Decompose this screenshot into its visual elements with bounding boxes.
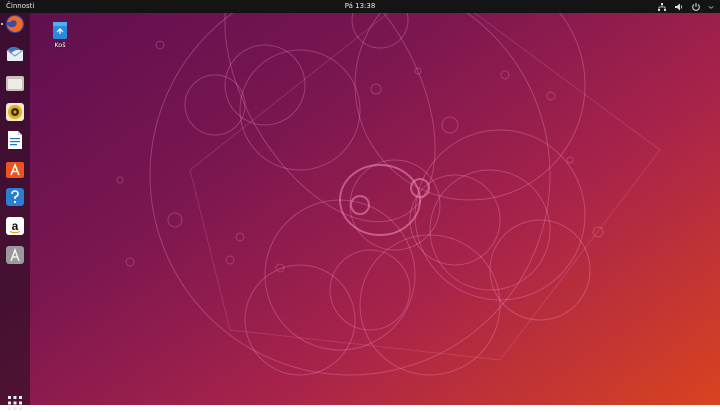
amazon-icon: a <box>6 217 24 235</box>
svg-text:a: a <box>12 219 19 233</box>
system-tray[interactable] <box>657 0 714 13</box>
running-indicator <box>1 23 3 25</box>
dock-item-updater[interactable] <box>5 245 25 265</box>
dock: a <box>0 13 30 410</box>
power-icon[interactable] <box>691 2 701 12</box>
writer-icon <box>8 131 22 149</box>
files-icon <box>6 76 24 91</box>
top-bar: Činnosti Pá 13:38 <box>0 0 720 13</box>
thunderbird-icon <box>6 46 24 61</box>
dock-item-firefox[interactable] <box>5 14 25 34</box>
network-icon[interactable] <box>657 2 667 12</box>
volume-icon[interactable] <box>674 2 684 12</box>
firefox-icon <box>6 15 24 33</box>
trash-icon <box>53 22 67 39</box>
dock-item-thunderbird[interactable] <box>5 45 25 65</box>
updater-icon <box>6 246 24 264</box>
grid-icon[interactable] <box>6 394 24 412</box>
chevron-down-icon[interactable] <box>708 2 714 12</box>
software-center-icon <box>6 162 24 178</box>
desktop[interactable]: Koš <box>0 0 720 405</box>
desktop-icon-label: Koš <box>54 41 66 49</box>
rhythmbox-icon <box>6 103 24 121</box>
dock-item-writer[interactable] <box>5 130 25 150</box>
desktop-icon-trash[interactable]: Koš <box>46 20 74 49</box>
dock-item-help[interactable] <box>5 187 25 207</box>
dock-item-files[interactable] <box>5 73 25 93</box>
dock-item-amazon[interactable]: a <box>5 216 25 236</box>
dock-item-software-center[interactable] <box>5 159 25 179</box>
dock-item-rhythmbox[interactable] <box>5 102 25 122</box>
wallpaper-art <box>116 0 661 376</box>
help-icon <box>6 188 24 206</box>
clock[interactable]: Pá 13:38 <box>0 0 720 13</box>
